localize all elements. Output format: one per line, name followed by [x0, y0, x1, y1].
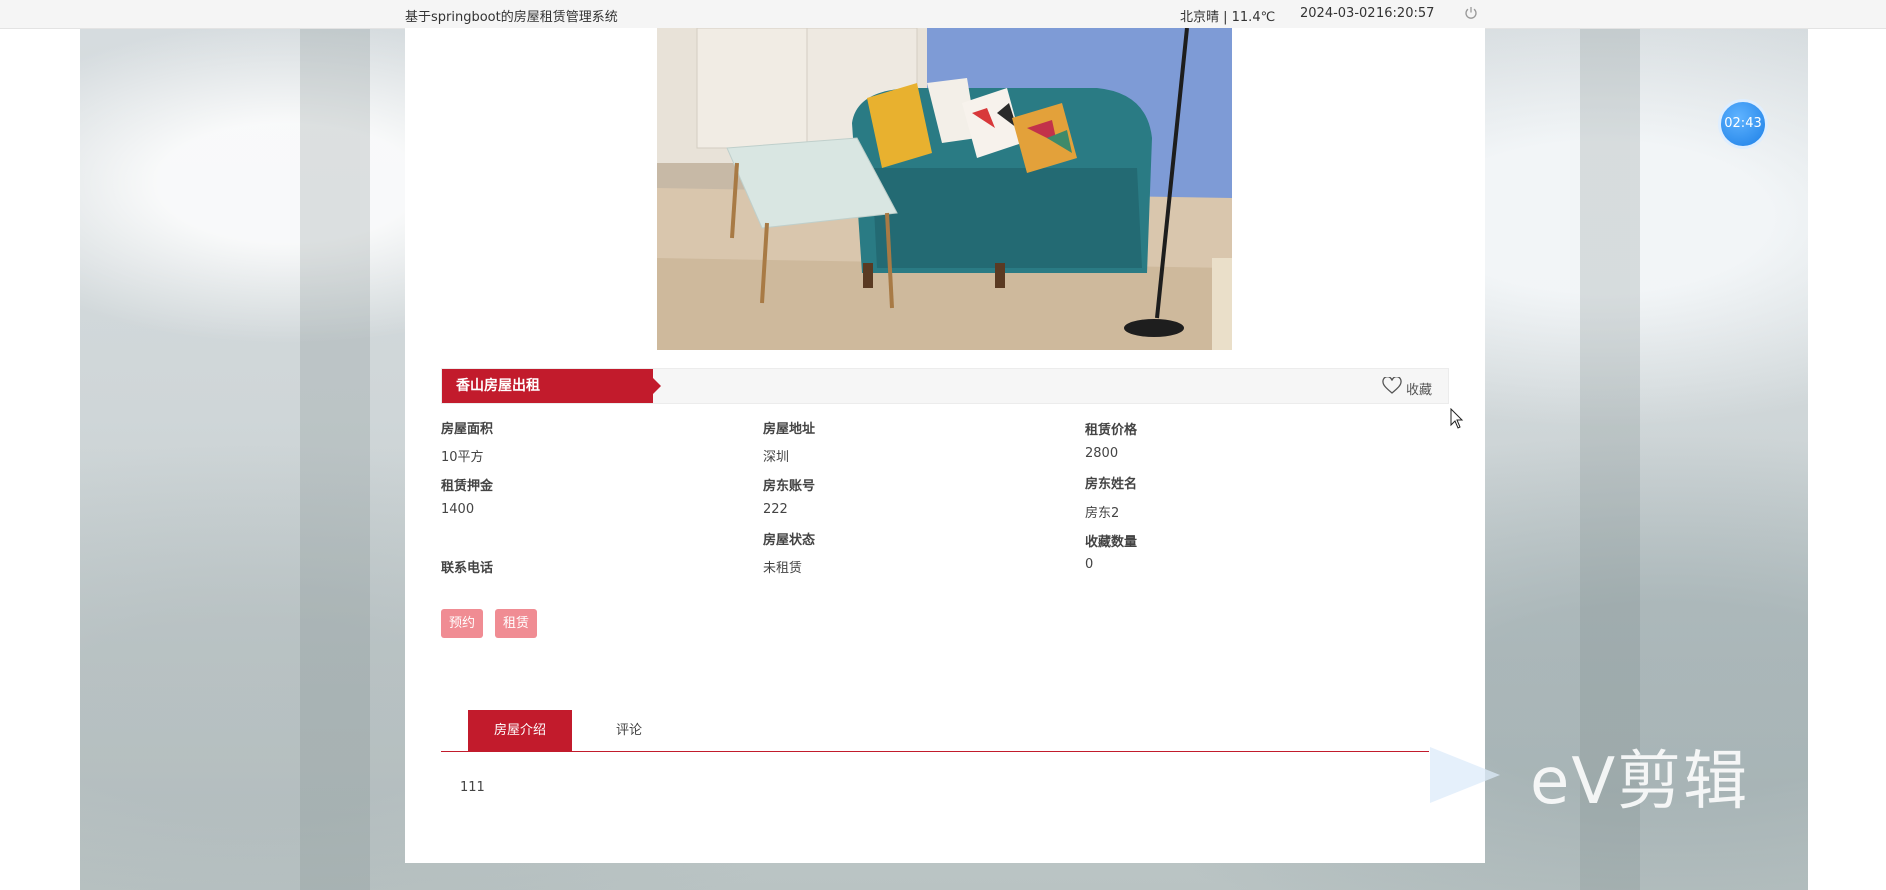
field-value-deposit: 1400 [441, 502, 475, 517]
field-label-phone: 联系电话 [441, 561, 494, 576]
field-value-landlord-name: 房东2 [1085, 506, 1120, 521]
power-icon[interactable] [1464, 6, 1478, 20]
background-pillar [300, 28, 370, 890]
house-photo [657, 28, 1232, 350]
weather-info: 北京晴 | 11.4℃ [1180, 10, 1276, 25]
time-display: 16:20:57 [1376, 6, 1435, 21]
listing-title: 香山房屋出租 [442, 369, 661, 403]
field-label-landlord-account: 房东账号 [763, 479, 816, 494]
field-label-favorite-count: 收藏数量 [1085, 535, 1138, 550]
field-label-deposit: 租赁押金 [441, 479, 494, 494]
rent-button[interactable]: 租赁 [495, 609, 538, 638]
timer-badge[interactable]: 02:43 [1718, 99, 1768, 149]
intro-content: 111 [460, 780, 485, 795]
field-value-address: 深圳 [763, 450, 790, 465]
field-label-address: 房屋地址 [763, 422, 816, 437]
heart-icon [1382, 376, 1402, 399]
field-label-status: 房屋状态 [763, 533, 816, 548]
top-bar: 基于springboot的房屋租赁管理系统 北京晴 | 11.4℃ 2024-0… [0, 0, 1886, 29]
field-value-status: 未租赁 [763, 561, 803, 576]
mouse-cursor-icon [1450, 408, 1464, 429]
favorite-label: 收藏 [1405, 382, 1432, 398]
reserve-button[interactable]: 预约 [441, 609, 484, 638]
field-value-area: 10平方 [441, 450, 484, 465]
field-value-price: 2800 [1085, 446, 1119, 461]
tab-house-intro[interactable]: 房屋介绍 [468, 710, 572, 751]
listing-title-bar: 香山房屋出租 收藏 [441, 368, 1449, 404]
watermark-text: eV剪辑 [1530, 745, 1750, 819]
play-logo-icon [1430, 747, 1500, 803]
field-label-area: 房屋面积 [441, 422, 494, 437]
favorite-button[interactable]: 收藏 [1382, 376, 1432, 399]
tabs-divider [441, 751, 1429, 752]
field-value-landlord-account: 222 [763, 502, 788, 517]
system-title: 基于springboot的房屋租赁管理系统 [405, 10, 618, 25]
field-value-favorite-count: 0 [1085, 557, 1094, 572]
field-label-price: 租赁价格 [1085, 423, 1138, 438]
watermark: eV剪辑 [1430, 730, 1790, 820]
field-label-landlord-name: 房东姓名 [1085, 477, 1138, 492]
tab-comments[interactable]: 评论 [586, 710, 672, 751]
date-display: 2024-03-02 [1300, 6, 1376, 21]
